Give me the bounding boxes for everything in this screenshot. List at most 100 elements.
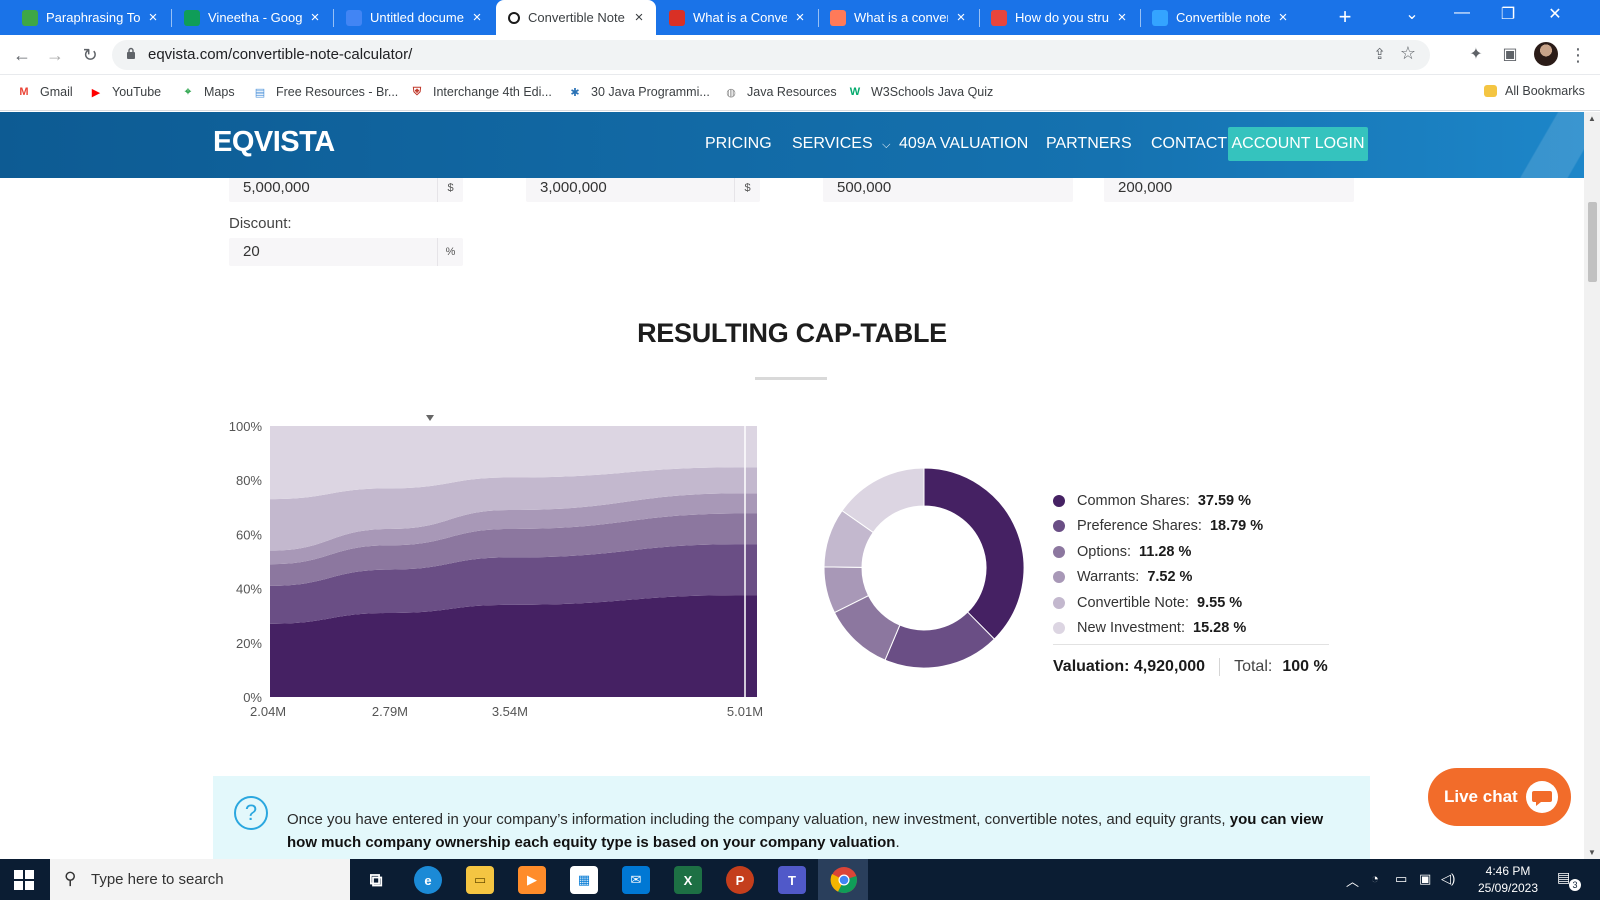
side-panel-icon[interactable]: ▣: [1498, 43, 1522, 67]
browser-tab[interactable]: What is a convertible ×: [818, 0, 978, 35]
nav-services[interactable]: SERVICES ⌵: [792, 135, 890, 153]
teams-icon[interactable]: T: [778, 866, 806, 894]
bookmark-item[interactable]: ▤ Free Resources - Br...: [252, 84, 398, 100]
bookmark-item[interactable]: M Gmail: [16, 84, 73, 100]
info-text-normal: Once you have entered in your company’s …: [287, 811, 1230, 828]
notification-icon[interactable]: ▤ 3: [1557, 869, 1581, 891]
edge-icon[interactable]: e: [414, 866, 442, 894]
address-bar[interactable]: eqvista.com/convertible-note-calculator/…: [112, 40, 1430, 70]
url-text[interactable]: eqvista.com/convertible-note-calculator/: [148, 46, 412, 63]
bookmark-label: Gmail: [40, 85, 73, 99]
close-icon[interactable]: ×: [1274, 9, 1292, 26]
new-tab-button[interactable]: +: [1332, 4, 1358, 30]
share-icon[interactable]: ⇪: [1373, 45, 1386, 63]
battery-icon[interactable]: ▭: [1395, 871, 1407, 887]
tab-title: Untitled document: [370, 10, 464, 25]
profile-avatar[interactable]: [1534, 42, 1558, 66]
bookmark-item[interactable]: ▶ YouTube: [88, 84, 161, 100]
page-scrollbar[interactable]: ▲ ▼: [1584, 112, 1600, 859]
legend-value: 11.28 %: [1139, 543, 1192, 560]
all-bookmarks[interactable]: All Bookmarks: [1484, 84, 1585, 98]
minimize-icon[interactable]: —: [1442, 4, 1482, 22]
media-player-icon[interactable]: ▶: [518, 866, 546, 894]
account-login-button[interactable]: ACCOUNT LOGIN: [1228, 127, 1368, 161]
legend-item[interactable]: Common Shares: 37.59 %: [1053, 488, 1333, 514]
summary-divider: [1219, 658, 1221, 676]
info-text: Once you have entered in your company’s …: [287, 808, 1347, 854]
browser-tab[interactable]: Untitled document ×: [334, 0, 494, 35]
bookmark-star-icon[interactable]: ☆: [1400, 43, 1416, 64]
chrome-icon[interactable]: [830, 866, 858, 894]
bookmark-item[interactable]: ✱ 30 Java Programmi...: [567, 84, 709, 100]
close-icon[interactable]: ×: [791, 9, 809, 26]
info-text-end: .: [895, 834, 900, 851]
scroll-down-icon[interactable]: ▼: [1588, 848, 1596, 857]
valuation-text: Valuation: 4,920,000: [1053, 658, 1206, 675]
browser-tab[interactable]: Convertible notes ×: [1140, 0, 1300, 35]
powerpoint-icon[interactable]: P: [726, 866, 754, 894]
nav-partners[interactable]: PARTNERS: [1046, 135, 1132, 153]
nav-409a-valuation[interactable]: 409A VALUATION: [899, 135, 1028, 153]
clock[interactable]: 4:46 PM 25/09/2023: [1468, 863, 1548, 897]
bookmark-item[interactable]: W W3Schools Java Quiz: [847, 84, 993, 100]
legend-item[interactable]: Preference Shares: 18.79 %: [1053, 514, 1333, 540]
chart-handle-icon[interactable]: [426, 415, 434, 421]
volume-icon[interactable]: ◁): [1441, 871, 1455, 887]
hubspot-icon: [830, 9, 846, 26]
forward-icon[interactable]: →: [43, 43, 67, 67]
legend-item[interactable]: Options: 11.28 %: [1053, 539, 1333, 565]
task-view-icon[interactable]: ⧉: [362, 866, 390, 894]
close-icon[interactable]: ×: [1113, 9, 1131, 26]
browser-tab[interactable]: What is a Convertible ×: [657, 0, 817, 35]
legend-item[interactable]: Warrants: 7.52 %: [1053, 565, 1333, 591]
browser-tab[interactable]: Vineetha - Google ×: [172, 0, 332, 35]
scroll-up-icon[interactable]: ▲: [1588, 114, 1596, 123]
scroll-thumb[interactable]: [1588, 202, 1597, 282]
bookmark-item[interactable]: ⛨ Interchange 4th Edi...: [409, 84, 552, 100]
mail-icon[interactable]: ✉: [622, 866, 650, 894]
live-chat-button[interactable]: Live chat: [1428, 768, 1571, 826]
bookmark-label: Free Resources - Br...: [276, 85, 399, 99]
nav-contact[interactable]: CONTACT: [1151, 135, 1227, 153]
quillbot-icon: [22, 9, 38, 26]
close-icon[interactable]: ×: [306, 9, 324, 26]
legend-item[interactable]: New Investment: 15.28 %: [1053, 616, 1333, 642]
excel-icon[interactable]: X: [674, 866, 702, 894]
extensions-icon[interactable]: ✦: [1464, 43, 1488, 67]
close-window-icon[interactable]: ✕: [1535, 4, 1575, 24]
bookmark-item[interactable]: ◍ Java Resources: [723, 84, 836, 100]
tab-search-icon[interactable]: ⌄: [1392, 4, 1432, 24]
back-icon[interactable]: ←: [10, 43, 34, 67]
nav-pricing[interactable]: PRICING: [705, 135, 772, 153]
browser-tab[interactable]: Convertible Note ×: [496, 0, 656, 35]
windows-taskbar: ⚲ Type here to search ⧉ e ▭ ▶ ▦ ✉ X P T …: [0, 859, 1600, 900]
tab-title: Paraphrasing Tool: [46, 10, 140, 25]
close-icon[interactable]: ×: [630, 9, 648, 26]
taskbar-search[interactable]: ⚲ Type here to search: [50, 859, 350, 900]
menu-icon[interactable]: ⋮: [1566, 43, 1590, 67]
file-explorer-icon[interactable]: ▭: [466, 866, 494, 894]
restore-icon[interactable]: ❐: [1488, 4, 1528, 24]
legend-label: Convertible Note:: [1077, 594, 1190, 611]
donut-slice-common-shares[interactable]: [923, 467, 1025, 640]
header-decoration: [1510, 112, 1584, 178]
legend-item[interactable]: Convertible Note: 9.55 %: [1053, 590, 1333, 616]
tab-title: Convertible Note: [528, 10, 625, 25]
cap-table-area-chart[interactable]: 0% 20% 40% 60% 80% 100% 2.04M 2.79M 3.54M 5.01M: [0, 178, 1584, 738]
bookmark-label: W3Schools Java Quiz: [871, 85, 994, 99]
eqvista-logo[interactable]: EQVISTA: [213, 126, 335, 159]
donut-legend: Common Shares: 37.59 % Preference Shares: 1…: [1053, 488, 1333, 641]
browser-tab[interactable]: Paraphrasing Tool ×: [10, 0, 170, 35]
browser-tab[interactable]: How do you structure ×: [979, 0, 1139, 35]
tray-chevron-icon[interactable]: ︿: [1346, 871, 1359, 890]
close-icon[interactable]: ×: [952, 9, 970, 26]
close-icon[interactable]: ×: [468, 9, 486, 26]
bookmark-item[interactable]: ⌖ Maps: [180, 84, 235, 100]
reload-icon[interactable]: ↻: [78, 43, 102, 67]
windows-start-icon[interactable]: [14, 870, 34, 890]
microsoft-store-icon[interactable]: ▦: [570, 866, 598, 894]
close-icon[interactable]: ×: [144, 9, 162, 26]
all-bookmarks-label: All Bookmarks: [1505, 84, 1585, 98]
display-icon[interactable]: ▣: [1419, 871, 1431, 887]
wifi-icon[interactable]: ◔: [1371, 871, 1379, 886]
